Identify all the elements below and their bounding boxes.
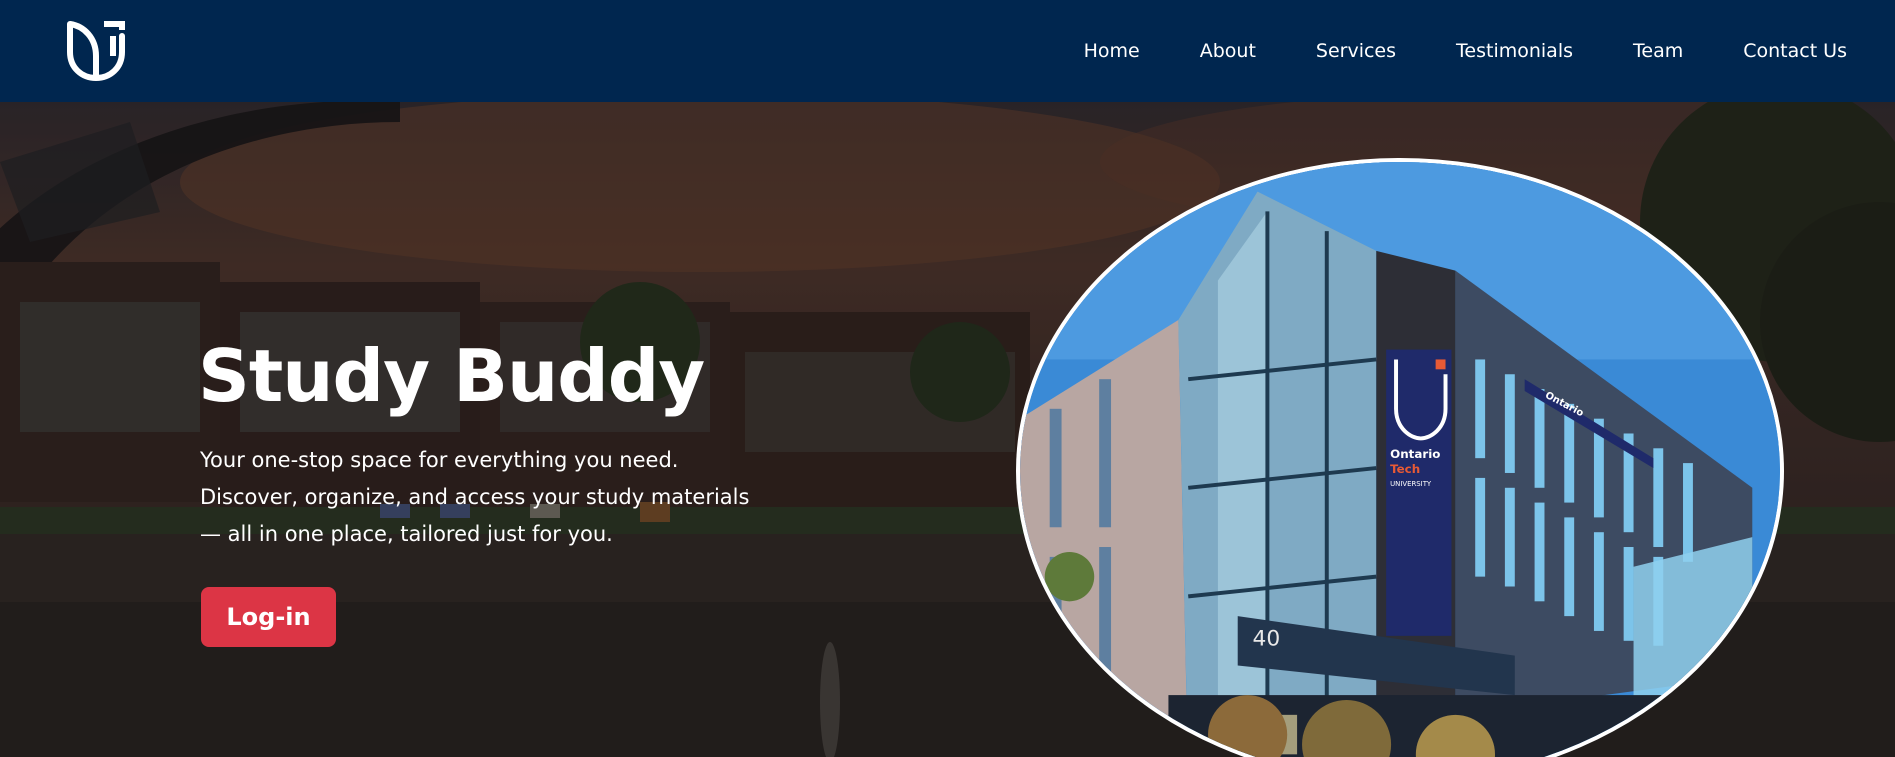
hero-description-line: Discover, organize, and access your stud… <box>200 485 750 509</box>
nav-testimonials-link[interactable]: Testimonials <box>1456 40 1573 62</box>
nav-contact-link[interactable]: Contact Us <box>1743 40 1847 62</box>
main-nav: Home About Services Testimonials Team Co… <box>1024 0 1847 102</box>
banner-university-text: UNIVERSITY <box>1390 480 1432 488</box>
hero-description-line: Your one-stop space for everything you n… <box>200 448 679 472</box>
nav-team-link[interactable]: Team <box>1633 40 1683 62</box>
nav-services-link[interactable]: Services <box>1316 40 1396 62</box>
campus-building-photo: Ontario Tech UNIVERSITY Ontario 40 <box>1016 158 1784 757</box>
hero-title: Study Buddy <box>198 334 705 418</box>
university-shield-icon[interactable] <box>64 16 128 84</box>
nav-home-link[interactable]: Home <box>1084 40 1140 62</box>
login-button[interactable]: Log-in <box>201 587 336 647</box>
banner-ontario-text: Ontario <box>1390 447 1440 461</box>
hero-description-line: — all in one place, tailored just for yo… <box>200 522 613 546</box>
nav-about-link[interactable]: About <box>1200 40 1256 62</box>
navbar: Home About Services Testimonials Team Co… <box>0 0 1895 102</box>
banner-tech-text: Tech <box>1390 462 1420 476</box>
hero-section: Study Buddy Your one-stop space for ever… <box>0 102 1895 757</box>
building-number-text: 40 <box>1253 627 1281 652</box>
hero-description: Your one-stop space for everything you n… <box>200 442 760 553</box>
